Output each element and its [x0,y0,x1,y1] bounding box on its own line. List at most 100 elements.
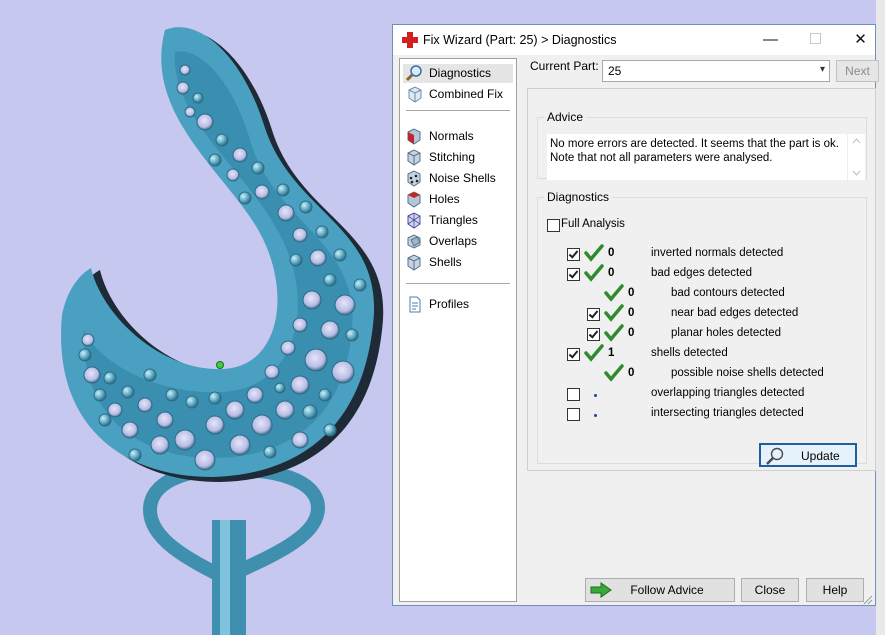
model-hole [184,106,196,118]
diag-label: planar holes detected [671,327,781,339]
nav-item-noise-shells[interactable]: Noise Shells [403,169,513,188]
advice-line: Note that not all parameters were analys… [550,152,773,164]
nav-item-stitching[interactable]: Stitching [403,148,513,167]
current-part-select[interactable]: 25 ▾ [602,60,830,82]
full-analysis-label: Full Analysis [561,218,625,230]
viewport-scrollbar[interactable] [876,0,885,635]
nav-label: Shells [429,255,462,269]
nav-item-overlaps[interactable]: Overlaps [403,232,513,251]
model-bead [276,183,290,197]
nav-item-holes[interactable]: Holes [403,190,513,209]
stitching-cube-icon [407,149,421,166]
model-hole [137,397,153,413]
green-check-icon [604,364,624,382]
model-bead [318,388,332,402]
holes-cube-icon [407,191,421,208]
model-hole [292,227,308,243]
diag-label: near bad edges detected [671,307,799,319]
diagnostics-legend: Diagnostics [547,190,610,204]
model-bead [251,161,265,175]
close-window-button[interactable]: ✕ [838,25,883,55]
nav-item-profiles[interactable]: Profiles [403,295,513,314]
model-hole [176,81,190,95]
model-bead [345,328,359,342]
row-checkbox[interactable] [567,248,580,261]
nav-item-shells[interactable]: Shells [403,253,513,272]
nav-separator [406,110,510,111]
chevron-down-icon: ▾ [819,64,825,75]
update-button[interactable]: Update [759,443,857,467]
count-value: 0 [628,287,635,299]
model-hole [331,360,355,384]
next-button[interactable]: Next [836,60,879,82]
red-cross-icon [402,32,418,48]
diag-label: possible noise shells detected [671,367,824,379]
nav-label: Profiles [429,297,470,311]
row-checkbox[interactable] [587,328,600,341]
minimize-button[interactable]: — [748,25,793,55]
nav-label: Triangles [429,213,478,227]
model-bead [98,413,112,427]
model-hole [302,290,322,310]
update-label: Update [801,449,840,463]
full-analysis-checkbox[interactable] [547,219,560,232]
current-part-label: Current Part: [530,59,599,73]
nav-item-triangles[interactable]: Triangles [403,211,513,230]
model-hole [174,429,196,451]
model-hole [226,168,240,182]
fix-wizard-dialog: Fix Wizard (Part: 25) > Diagnostics — ☐ … [392,24,879,606]
follow-advice-button[interactable]: Follow Advice [585,578,735,602]
model-bead [103,371,117,385]
current-part-value: 25 [608,64,622,78]
shells-icon [407,254,421,271]
advice-group: Advice No more errors are detected. It s… [537,110,867,180]
row-checkbox[interactable] [587,308,600,321]
nav-label: Combined Fix [429,87,504,101]
green-check-icon [604,324,624,342]
diag-label: shells detected [651,347,728,359]
model-hole [290,375,310,395]
advice-legend: Advice [547,110,584,124]
model-bead [323,423,337,437]
nav-item-diagnostics[interactable]: Diagnostics [403,64,513,83]
close-button[interactable]: Close [741,578,799,602]
triangles-cube-icon [407,212,421,229]
row-checkbox[interactable] [567,408,580,421]
model-bead [274,382,286,394]
nav-label: Noise Shells [429,171,496,185]
advice-text: No more errors are detected. It seems th… [547,134,847,180]
green-check-icon [604,284,624,302]
model-hole [232,147,248,163]
row-checkbox[interactable] [567,268,580,281]
model-bead [93,388,107,402]
nav-item-normals[interactable]: Normals [403,127,513,146]
green-check-icon [584,344,604,362]
model-hole [107,402,123,418]
resize-grip-icon[interactable] [863,595,873,605]
diag-label: intersecting triangles detected [651,407,804,419]
nav-item-combined-fix[interactable]: Combined Fix [403,85,513,104]
nav-separator [406,283,510,284]
title-bar[interactable]: Fix Wizard (Part: 25) > Diagnostics — ☐ … [393,25,875,55]
model-hole [81,333,95,347]
model-bead [238,191,252,205]
wizard-nav: Diagnostics Combined Fix Normals Stitchi… [399,58,517,602]
model-bead [333,248,347,262]
row-checkbox[interactable] [567,388,580,401]
nav-label: Holes [429,192,460,206]
model-bead [121,385,135,399]
advice-scrollbar[interactable] [847,134,865,180]
model-hole [309,249,327,267]
row-checkbox[interactable] [567,348,580,361]
model-hole [254,184,270,200]
maximize-button[interactable]: ☐ [793,25,838,55]
follow-advice-label: Follow Advice [630,583,704,597]
document-icon [409,296,421,313]
model-bead [289,253,303,267]
model-bead [192,92,204,104]
count-value: 0 [628,367,635,379]
model-bead [165,388,179,402]
help-button[interactable]: Help [806,578,864,602]
model-bead [323,273,337,287]
diag-label: bad contours detected [671,287,785,299]
